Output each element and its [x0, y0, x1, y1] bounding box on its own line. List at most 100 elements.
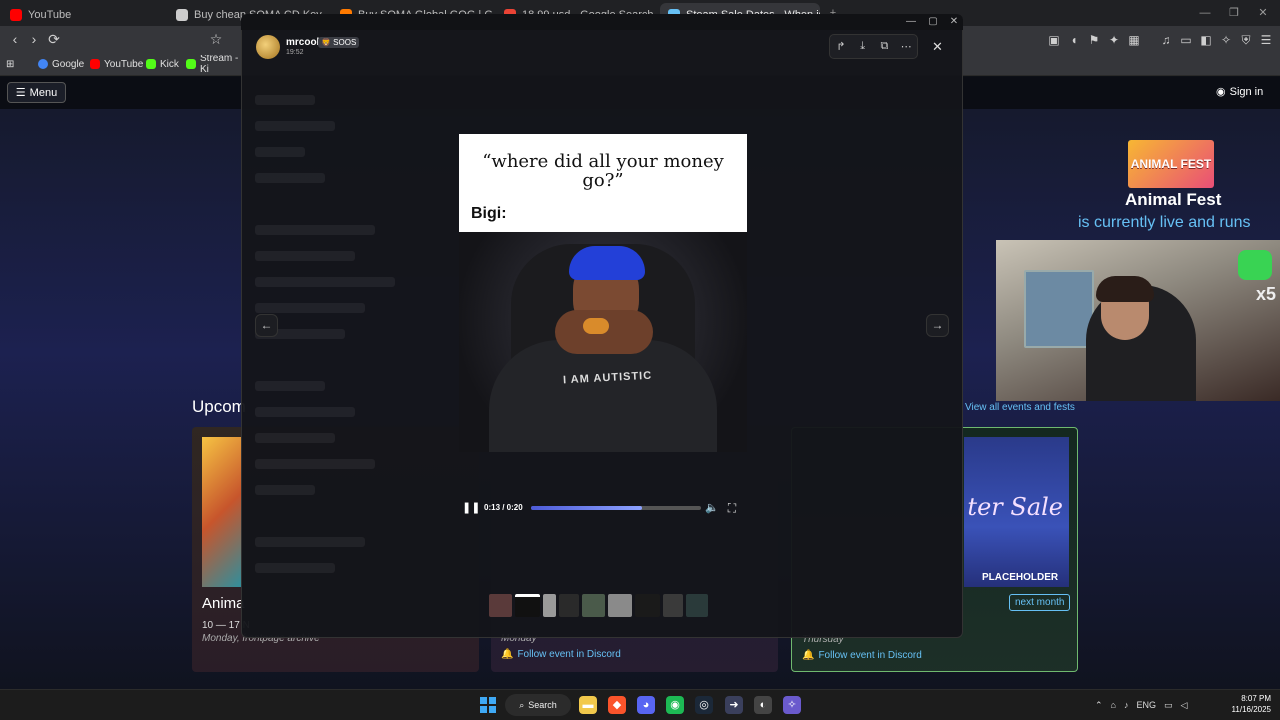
dimmed-row — [255, 225, 375, 235]
media-thumbnail[interactable] — [582, 594, 605, 617]
bookmark-google[interactable]: Google — [38, 55, 84, 73]
microphone-icon[interactable]: ♪ — [1124, 700, 1129, 710]
media-thumbnail[interactable] — [686, 594, 708, 617]
dimmed-row — [255, 563, 335, 573]
bookmark-star-icon[interactable]: ☆ — [207, 30, 225, 48]
avatar[interactable] — [256, 35, 280, 59]
clock-time: 8:07 PM — [1241, 694, 1271, 703]
bell-icon: 🔔 — [501, 649, 514, 660]
ai-app-icon[interactable]: ✧ — [783, 696, 801, 714]
extension-icon[interactable]: ▣ — [1046, 32, 1062, 48]
spotify-icon[interactable]: ◉ — [666, 696, 684, 714]
bookmark-label: YouTube — [104, 58, 144, 70]
follow-discord-link[interactable]: 🔔 Follow event in Discord — [501, 649, 621, 660]
sign-in-link[interactable]: ◉ Sign in — [1216, 85, 1263, 99]
pause-button[interactable]: ❚❚ — [462, 501, 480, 515]
forward-button[interactable]: › — [25, 30, 43, 48]
extension-icon[interactable]: ✦ — [1106, 32, 1122, 48]
next-media-button[interactable]: → — [926, 314, 949, 337]
featured-title: Animal Fest — [1125, 190, 1222, 209]
dimmed-row — [255, 433, 335, 443]
clock-date: 11/16/2025 — [1231, 705, 1271, 714]
extension-icon[interactable]: ⚑ — [1086, 32, 1102, 48]
featured-subtitle: is currently live and runs — [1078, 214, 1251, 231]
tab-title: YouTube — [28, 8, 72, 21]
next-month-badge[interactable]: next month — [1009, 594, 1071, 611]
windows-logo-icon — [480, 697, 487, 704]
bookmark-youtube[interactable]: YouTube — [90, 55, 143, 73]
extension-icon[interactable]: ◖ — [1066, 32, 1082, 48]
volume-icon[interactable]: 🔈 — [705, 501, 719, 515]
minimize-button[interactable]: — — [1196, 5, 1214, 21]
meme-quote: “where did all your money go?” — [482, 151, 724, 191]
follow-discord-link[interactable]: 🔔 Follow event in Discord — [802, 650, 922, 661]
tab-youtube[interactable]: YouTube — [2, 3, 166, 26]
reload-button[interactable]: ⟳ — [45, 30, 63, 48]
browser-menu-icon[interactable]: ☰ — [1258, 32, 1274, 48]
media-thumbnail[interactable] — [635, 594, 660, 617]
brave-icon[interactable]: ◆ — [608, 696, 626, 714]
discord-icon[interactable]: ◕ — [637, 696, 655, 714]
speaker-icon[interactable]: ◁ — [1181, 700, 1188, 711]
author-name[interactable]: mrcool — [286, 37, 319, 48]
media-thumbnail[interactable] — [543, 594, 556, 617]
tray-chevron-icon[interactable]: ⌃ — [1095, 700, 1103, 711]
steam-icon[interactable]: ◎ — [695, 696, 713, 714]
bookmark-stream-kick[interactable]: Stream - Ki — [186, 55, 241, 73]
media-thumbnail[interactable] — [559, 594, 579, 617]
menu-button[interactable]: ☰ Menu — [7, 82, 66, 103]
close-viewer-button[interactable]: ✕ — [927, 36, 948, 57]
bookmark-label: Kick — [160, 58, 179, 70]
obs-icon[interactable]: ◐ — [754, 696, 772, 714]
bookmark-kick[interactable]: Kick — [146, 55, 179, 73]
taskbar-clock[interactable]: 8:07 PM 11/16/2025 — [1226, 693, 1271, 715]
dimmed-row — [255, 121, 335, 131]
webcam-hair — [1096, 276, 1154, 302]
dimmed-row — [255, 173, 325, 183]
bookmark-label: Stream - Ki — [200, 55, 239, 73]
language-indicator[interactable]: ENG — [1136, 700, 1156, 710]
bell-icon: 🔔 — [802, 650, 815, 661]
media-thumbnail[interactable] — [515, 594, 540, 617]
taskbar-search[interactable]: ⌕ Search — [505, 694, 571, 716]
system-tray: ⌃ ⌂ ♪ ENG ▭ ◁ — [1095, 696, 1187, 714]
youtube-favicon-icon — [10, 8, 22, 21]
apps-icon[interactable]: ⊞ — [6, 55, 14, 73]
media-thumbnail[interactable] — [489, 594, 512, 617]
video-progress-bar[interactable] — [531, 506, 701, 510]
view-all-events-link[interactable]: View all events and fests — [965, 402, 1075, 413]
more-icon[interactable]: ⋯ — [898, 40, 914, 53]
fullscreen-icon[interactable]: ⛶ — [725, 501, 739, 515]
file-explorer-icon[interactable]: ▬ — [579, 696, 597, 714]
forward-icon[interactable]: ↱ — [833, 40, 849, 53]
open-external-icon[interactable]: ⧉ — [876, 40, 892, 53]
kick-icon — [186, 59, 196, 69]
animal-fest-logo[interactable]: ANIMAL FEST — [1128, 140, 1214, 188]
wallet-icon[interactable]: ◧ — [1198, 32, 1214, 48]
follow-label: Follow event in Discord — [818, 650, 922, 661]
discord-maximize-button[interactable]: ▢ — [926, 15, 940, 29]
media-thumbnail[interactable] — [663, 594, 683, 617]
event-name: Anima — [202, 595, 245, 612]
video-player[interactable]: “where did all your money go?” Bigi: I A… — [459, 134, 747, 452]
discord-minimize-button[interactable]: — — [904, 15, 918, 29]
start-button[interactable] — [480, 697, 496, 713]
shield-icon[interactable]: ⛨ — [1238, 32, 1254, 48]
network-icon[interactable]: ⌂ — [1111, 700, 1116, 710]
discord-close-button[interactable]: ✕ — [947, 15, 961, 29]
dimmed-row — [255, 485, 315, 495]
media-thumbnail[interactable] — [608, 594, 632, 617]
close-window-button[interactable]: ✕ — [1254, 5, 1272, 21]
back-button[interactable]: ‹ — [6, 30, 24, 48]
meme-caption: “where did all your money go?” Bigi: — [459, 134, 747, 232]
media-control-icon[interactable]: ♫ — [1158, 32, 1174, 48]
ai-icon[interactable]: ✧ — [1218, 32, 1234, 48]
display-icon[interactable]: ▭ — [1164, 700, 1173, 711]
restore-button[interactable]: ❐ — [1225, 5, 1243, 21]
download-icon[interactable]: ⤓ — [855, 40, 871, 53]
extension-icon[interactable]: ▦ — [1126, 32, 1142, 48]
sidebar-icon[interactable]: ▭ — [1178, 32, 1194, 48]
app-icon[interactable]: ➜ — [725, 696, 743, 714]
bookmark-label: Google — [52, 58, 85, 70]
previous-media-button[interactable]: ← — [255, 314, 278, 337]
